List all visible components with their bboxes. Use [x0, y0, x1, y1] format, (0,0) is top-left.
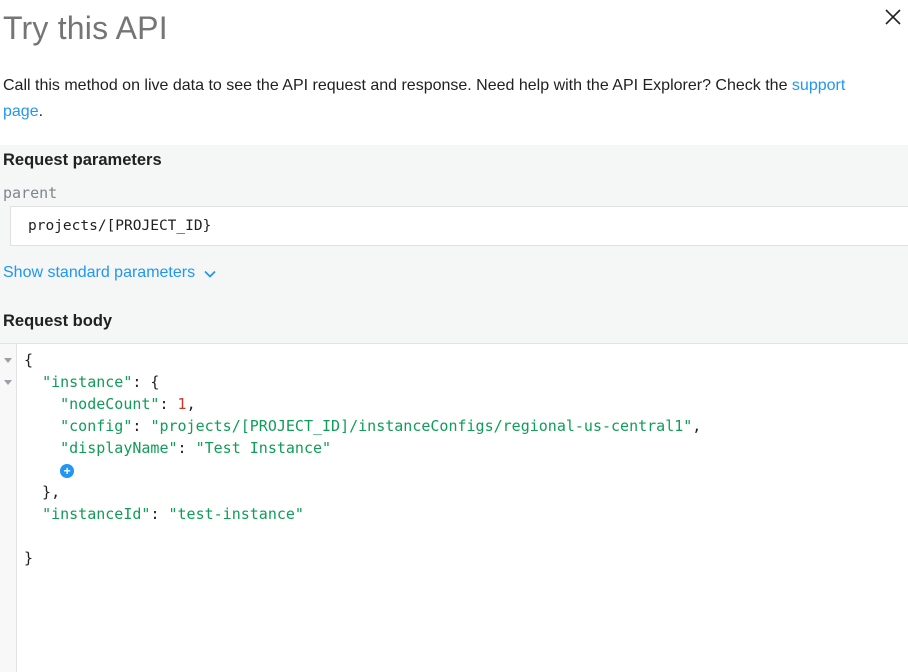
- request-parameters-section: Request parameters parent Show standard …: [0, 145, 908, 343]
- panel-description: Call this method on live data to see the…: [3, 73, 859, 125]
- description-text: Call this method on live data to see the…: [3, 77, 792, 94]
- show-standard-parameters-row: Show standard parameters: [3, 263, 908, 282]
- description-period: .: [39, 103, 43, 120]
- fold-toggle-icon[interactable]: [4, 358, 12, 363]
- close-icon: [884, 8, 902, 26]
- code-line[interactable]: "instance": {: [24, 371, 908, 393]
- code-line[interactable]: }: [24, 547, 908, 569]
- panel-header: Try this API Call this method on live da…: [0, 0, 908, 145]
- chevron-down-icon: [204, 270, 216, 278]
- add-property-icon[interactable]: +: [60, 464, 74, 478]
- parent-input[interactable]: [10, 206, 908, 246]
- code-line[interactable]: "displayName": "Test Instance": [24, 437, 908, 459]
- close-button[interactable]: [880, 4, 906, 30]
- code-line[interactable]: "instanceId": "test-instance": [24, 503, 908, 525]
- code-line[interactable]: +: [24, 459, 908, 481]
- panel-title: Try this API: [0, 0, 908, 46]
- code-line[interactable]: [24, 525, 908, 547]
- request-body-heading: Request body: [3, 312, 908, 331]
- request-parameters-heading: Request parameters: [3, 151, 908, 170]
- show-standard-parameters-link[interactable]: Show standard parameters: [3, 263, 195, 282]
- fold-toggle-icon[interactable]: [4, 380, 12, 385]
- request-body-code[interactable]: { "instance": { "nodeCount": 1, "config"…: [0, 344, 908, 569]
- request-body-editor[interactable]: { "instance": { "nodeCount": 1, "config"…: [0, 343, 908, 672]
- code-line[interactable]: {: [24, 349, 908, 371]
- code-line[interactable]: "nodeCount": 1,: [24, 393, 908, 415]
- try-api-panel: Try this API Call this method on live da…: [0, 0, 908, 672]
- code-line[interactable]: },: [24, 481, 908, 503]
- editor-gutter: [0, 344, 17, 672]
- parent-field-label: parent: [3, 186, 908, 201]
- code-line[interactable]: "config": "projects/[PROJECT_ID]/instanc…: [24, 415, 908, 437]
